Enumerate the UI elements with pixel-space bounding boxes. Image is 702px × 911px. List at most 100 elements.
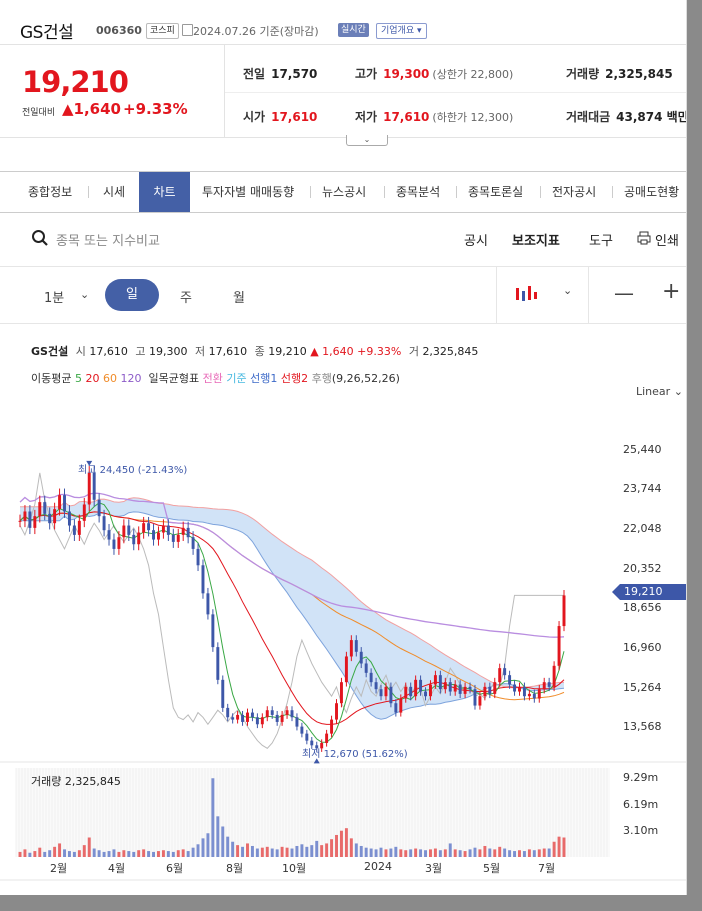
candle-body: [176, 534, 180, 542]
y-tick-label: 15,264: [623, 680, 662, 694]
page-shadow: [687, 0, 702, 911]
volume-tick-label: 9.29m: [623, 771, 659, 785]
current-price-tag: 19,210: [612, 584, 686, 600]
candle-body: [394, 703, 398, 713]
y-tick-label: 25,440: [623, 442, 662, 456]
volume-bar: [300, 844, 304, 857]
candle-body: [270, 710, 274, 715]
candle-body: [186, 527, 190, 538]
candle-body: [285, 710, 289, 715]
volume-bar: [498, 846, 502, 857]
candle-body: [513, 684, 517, 692]
candle-body: [117, 537, 121, 549]
volume-bar: [275, 849, 279, 857]
candle-body: [552, 665, 556, 687]
candle-body: [246, 712, 249, 722]
volume-bar: [552, 841, 556, 857]
candle-body: [191, 537, 195, 549]
candle-body: [107, 530, 111, 540]
volume-bar: [414, 848, 418, 857]
candle-body: [87, 472, 91, 505]
x-tick-label: 6월: [166, 862, 184, 875]
volume-bar: [349, 838, 353, 857]
candle-body: [518, 686, 521, 692]
volume-bar: [82, 845, 86, 857]
candle-body: [201, 565, 205, 594]
x-tick-label: 2월: [50, 862, 68, 875]
volume-bar: [18, 851, 22, 857]
volume-tick-label: 3.10m: [623, 823, 659, 837]
x-tick-label: 8월: [226, 862, 244, 875]
volume-bar: [290, 848, 294, 857]
candle-body: [196, 548, 200, 566]
candle-body: [58, 495, 62, 510]
candle-body: [92, 472, 96, 500]
candle-body: [181, 527, 185, 535]
candle-body: [53, 509, 57, 524]
volume-bar: [142, 849, 146, 857]
volume-bar: [458, 850, 462, 857]
volume-bar: [518, 850, 521, 857]
candle-body: [265, 710, 269, 718]
volume-bar: [359, 845, 363, 857]
volume-bar: [92, 848, 96, 857]
candle-body: [532, 693, 536, 699]
candle-body: [23, 511, 27, 521]
volume-bar: [250, 845, 254, 857]
x-tick-label: 10월: [282, 862, 307, 875]
volume-bar: [191, 847, 195, 857]
candle-body: [63, 495, 66, 512]
volume-bar: [330, 839, 334, 857]
candle-body: [483, 686, 487, 697]
candle-body: [18, 520, 22, 522]
volume-bar: [429, 849, 432, 857]
volume-bar: [246, 843, 249, 857]
volume-bar: [404, 850, 408, 857]
volume-bar: [241, 846, 245, 857]
candle-body: [171, 534, 175, 542]
volume-bar: [503, 848, 507, 857]
candle-body: [463, 686, 467, 694]
volume-bar: [508, 850, 512, 857]
candle-body: [399, 698, 403, 713]
volume-bar: [364, 847, 368, 857]
candle-body: [127, 525, 131, 535]
y-tick-label: 22,048: [623, 522, 662, 536]
volume-bar: [67, 851, 71, 857]
candle-body: [250, 712, 254, 718]
volume-bar: [305, 846, 309, 857]
volume-bar: [335, 834, 338, 857]
candle-body: [443, 682, 447, 690]
candle-body: [48, 513, 52, 524]
volume-bar: [419, 849, 423, 857]
candle-body: [28, 511, 32, 528]
candle-body: [206, 593, 210, 615]
volume-bar: [285, 847, 289, 857]
candle-body: [433, 675, 437, 685]
candle-body: [448, 682, 452, 692]
volume-bar: [33, 851, 37, 857]
candle-body: [122, 525, 126, 538]
y-tick-label: 16,960: [623, 641, 662, 655]
price-chart[interactable]: [0, 0, 686, 895]
volume-bar: [201, 838, 205, 857]
volume-bar: [53, 846, 57, 857]
candle-body: [260, 717, 264, 725]
volume-bar: [255, 848, 259, 857]
volume-bar: [394, 846, 398, 857]
volume-bar: [344, 828, 348, 857]
volume-bar: [443, 849, 447, 857]
candle-body: [349, 640, 353, 657]
candle-body: [384, 686, 388, 697]
volume-bar: [147, 851, 151, 857]
volume-bar: [181, 849, 185, 857]
candle-body: [325, 733, 329, 743]
candle-body: [522, 686, 526, 697]
volume-tick-label: 6.19m: [623, 797, 659, 811]
volume-bar: [112, 849, 116, 857]
volume-bar: [320, 845, 324, 857]
volume-bar: [206, 833, 210, 857]
candle-body: [112, 539, 116, 549]
high-annotation: 최고 24,450 (-21.43%): [78, 465, 188, 476]
candle-body: [429, 684, 432, 697]
